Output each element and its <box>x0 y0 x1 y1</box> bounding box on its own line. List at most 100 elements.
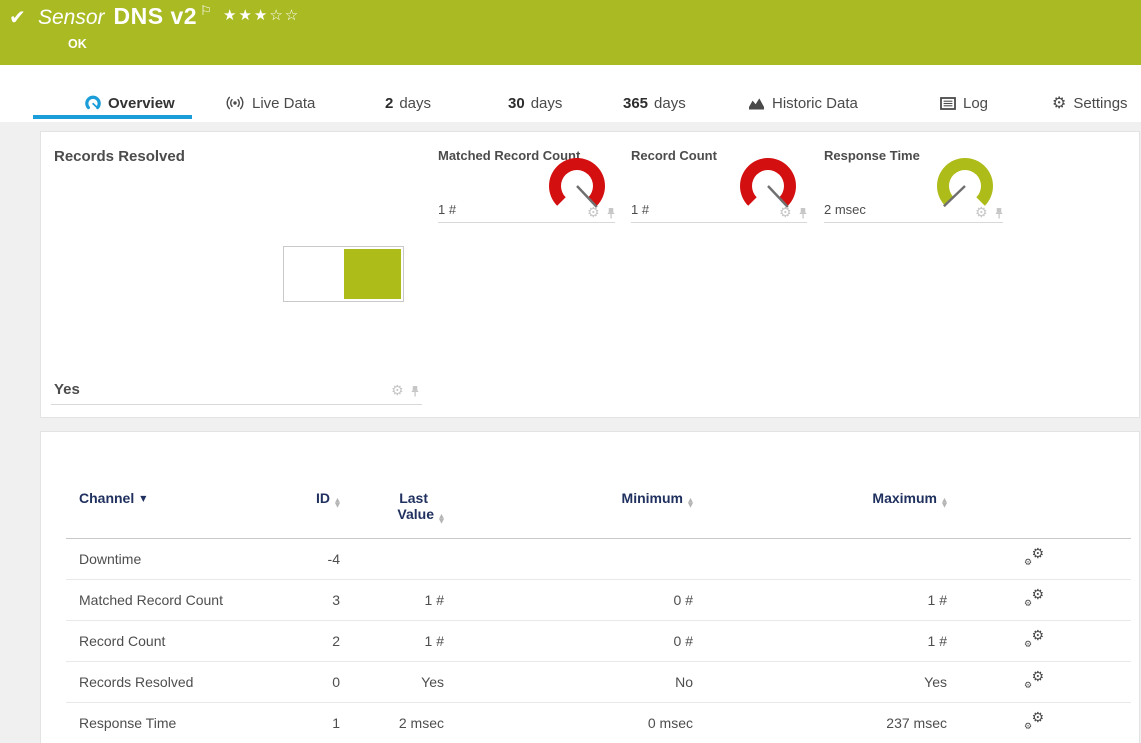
channel-name: Record Count <box>66 633 281 649</box>
primary-tile-value: Yes <box>54 381 80 398</box>
channel-id: 2 <box>281 633 346 649</box>
tab-live-data[interactable]: Live Data <box>225 92 315 114</box>
channel-last-value: 2 msec <box>346 715 449 731</box>
records-resolved-indicator <box>283 246 404 302</box>
channel-last-value: Yes <box>346 674 449 690</box>
gauge-value: 2 msec <box>824 202 866 217</box>
channel-last-value: 1 # <box>346 633 449 649</box>
page-title: SensorDNS v2⚐ <box>38 3 212 30</box>
gauge-tile-actions: ⚙ <box>975 206 1004 220</box>
tile-separator <box>824 222 1003 223</box>
channel-maximum: 237 msec <box>698 715 952 731</box>
indicator-yes-zone <box>344 249 401 299</box>
sort-icon: ▲▼ <box>688 498 693 508</box>
table-row: Response Time 1 2 msec 0 msec 237 msec ⚙… <box>66 703 1131 743</box>
log-list-icon <box>940 97 956 110</box>
tile-separator <box>438 222 615 223</box>
flag-icon[interactable]: ⚐ <box>200 4 212 19</box>
tab-log[interactable]: Log <box>940 92 988 114</box>
priority-stars[interactable]: ★★★☆☆ <box>223 6 300 24</box>
active-tab-underline <box>33 115 192 119</box>
tab-label: Settings <box>1073 95 1127 112</box>
sort-icon: ▲▼ <box>335 498 340 508</box>
sort-icon: ▲▼ <box>439 514 444 524</box>
header-id[interactable]: ID▲▼ <box>281 490 346 508</box>
tab-number: 2 <box>385 95 393 112</box>
gear-icon[interactable]: ⚙ <box>975 206 988 220</box>
channel-maximum: Yes <box>698 674 952 690</box>
overview-panel: Records Resolved Yes ⚙ Matched Record Co… <box>40 131 1140 418</box>
channel-maximum: 1 # <box>698 592 952 608</box>
channel-settings-icon[interactable]: ⚙⚙ <box>1024 589 1044 608</box>
table-row: Record Count 2 1 # 0 # 1 # ⚙⚙ <box>66 621 1131 662</box>
tab-30-days[interactable]: 30 days <box>508 92 562 114</box>
gear-icon[interactable]: ⚙ <box>779 206 792 220</box>
tab-label: days <box>654 95 686 112</box>
pin-icon[interactable] <box>994 207 1004 220</box>
channel-id: 1 <box>281 715 346 731</box>
table-row: Records Resolved 0 Yes No Yes ⚙⚙ <box>66 662 1131 703</box>
sort-desc-icon: ▼ <box>140 494 146 503</box>
primary-tile-title: Records Resolved <box>54 148 185 165</box>
table-row: Downtime -4 ⚙⚙ <box>66 539 1131 580</box>
channel-table-header: Channel▼ ID▲▼ Last Value▲▼ Minimum▲▼ Max… <box>66 432 1131 539</box>
channel-minimum: 0 msec <box>449 715 698 731</box>
tile-separator <box>631 222 807 223</box>
status-check-icon: ✔ <box>9 5 26 29</box>
header-last-value[interactable]: Last Value▲▼ <box>346 490 449 524</box>
broadcast-icon <box>225 95 245 111</box>
channel-minimum: No <box>449 674 698 690</box>
sort-icon: ▲▼ <box>942 498 947 508</box>
channel-id: 3 <box>281 592 346 608</box>
channel-table-panel: Channel▼ ID▲▼ Last Value▲▼ Minimum▲▼ Max… <box>40 431 1140 743</box>
sensor-header: ✔ SensorDNS v2⚐ ★★★☆☆ OK <box>0 0 1141 65</box>
header-maximum[interactable]: Maximum▲▼ <box>698 490 952 508</box>
header-minimum[interactable]: Minimum▲▼ <box>449 490 698 508</box>
gauge-tile-title: Response Time <box>824 148 920 163</box>
channel-settings-icon[interactable]: ⚙⚙ <box>1024 630 1044 649</box>
pin-icon[interactable] <box>410 385 420 398</box>
channel-name: Response Time <box>66 715 281 731</box>
tab-overview[interactable]: Overview <box>85 92 175 114</box>
gear-icon: ⚙ <box>1052 95 1066 111</box>
tab-label: Live Data <box>252 95 315 112</box>
channel-settings-icon[interactable]: ⚙⚙ <box>1024 712 1044 731</box>
tile-separator <box>51 404 422 405</box>
channel-maximum: 1 # <box>698 633 952 649</box>
area-chart-icon <box>748 96 765 111</box>
gauge-tile-actions: ⚙ <box>587 206 616 220</box>
table-row: Matched Record Count 3 1 # 0 # 1 # ⚙⚙ <box>66 580 1131 621</box>
tab-2-days[interactable]: 2 days <box>385 92 431 114</box>
tab-label: Overview <box>108 95 175 112</box>
primary-tile-actions: ⚙ <box>391 384 420 398</box>
status-badge: OK <box>68 37 87 51</box>
channel-id: 0 <box>281 674 346 690</box>
gear-icon[interactable]: ⚙ <box>587 206 600 220</box>
gauge-tile-actions: ⚙ <box>779 206 808 220</box>
gauge-icon <box>85 95 101 111</box>
tab-settings[interactable]: ⚙ Settings <box>1052 92 1128 114</box>
tab-label: days <box>399 95 431 112</box>
channel-table: Channel▼ ID▲▼ Last Value▲▼ Minimum▲▼ Max… <box>66 432 1131 743</box>
channel-id: -4 <box>281 551 346 567</box>
tab-number: 365 <box>623 95 648 112</box>
channel-last-value: 1 # <box>346 592 449 608</box>
pin-icon[interactable] <box>606 207 616 220</box>
channel-settings-icon[interactable]: ⚙⚙ <box>1024 548 1044 567</box>
header-channel[interactable]: Channel▼ <box>66 490 281 506</box>
tab-label: Historic Data <box>772 95 858 112</box>
tab-label: days <box>531 95 563 112</box>
tab-label: Log <box>963 95 988 112</box>
tab-historic-data[interactable]: Historic Data <box>748 92 858 114</box>
gauge-value: 1 # <box>631 202 649 217</box>
pin-icon[interactable] <box>798 207 808 220</box>
sensor-type-label: Sensor <box>38 6 105 29</box>
gear-icon[interactable]: ⚙ <box>391 384 404 398</box>
tab-365-days[interactable]: 365 days <box>623 92 686 114</box>
gauge-tile-title: Record Count <box>631 148 717 163</box>
tab-number: 30 <box>508 95 525 112</box>
channel-settings-icon[interactable]: ⚙⚙ <box>1024 671 1044 690</box>
channel-name: Downtime <box>66 551 281 567</box>
channel-minimum: 0 # <box>449 592 698 608</box>
channel-name: Records Resolved <box>66 674 281 690</box>
